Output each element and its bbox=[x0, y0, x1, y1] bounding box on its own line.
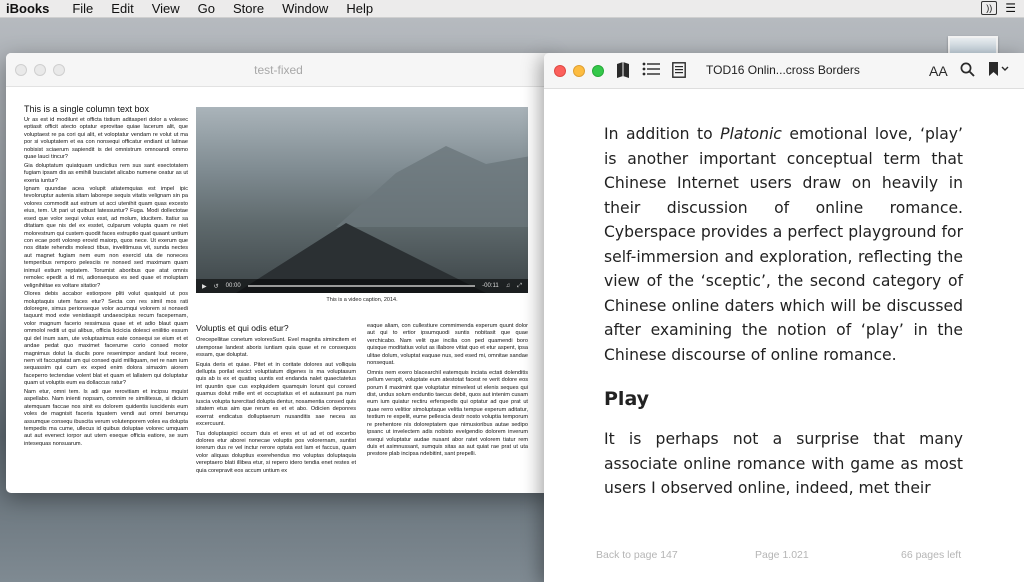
video-caption: This is a video caption, 2014. bbox=[326, 297, 398, 303]
book-text-area: In addition to Platonic emotional love, … bbox=[604, 122, 963, 501]
play-icon[interactable]: ▶ bbox=[202, 283, 207, 290]
font-size-button[interactable]: AA bbox=[929, 62, 948, 80]
video-time-remaining: -00:11 bbox=[482, 283, 499, 289]
video-frame-mountain bbox=[336, 146, 528, 227]
section-heading: Play bbox=[604, 388, 650, 410]
replay-icon[interactable]: ↺ bbox=[214, 283, 219, 290]
minimize-button[interactable] bbox=[34, 64, 46, 76]
menu-go[interactable]: Go bbox=[189, 1, 224, 16]
paragraph: Ignam quundae acea volupit atiatemquias … bbox=[24, 185, 188, 289]
paragraph: Ur as est id modilunt et officta tistium… bbox=[24, 117, 188, 161]
paragraph: Equia deris et quiae. Pitet et in corita… bbox=[196, 361, 356, 428]
fullscreen-icon[interactable]: ⤢ bbox=[517, 283, 522, 290]
minimize-button[interactable] bbox=[573, 65, 585, 77]
search-icon[interactable] bbox=[960, 62, 975, 82]
menu-bar: iBooks File Edit View Go Store Window He… bbox=[0, 0, 1024, 18]
table-of-contents-icon[interactable] bbox=[642, 62, 660, 81]
pages-left: 66 pages left bbox=[901, 549, 962, 561]
menu-app-name[interactable]: iBooks bbox=[0, 1, 63, 16]
text-run: In addition to bbox=[604, 125, 721, 143]
italic-text-run: Platonic bbox=[720, 125, 782, 143]
menu-view[interactable]: View bbox=[143, 1, 189, 16]
preview-window-title: test-fixed bbox=[254, 63, 303, 77]
ibooks-reader-window: TOD16 Onlin...cross Borders AA In additi… bbox=[544, 53, 1024, 582]
text-column-2: Voluptis et qui odis etur? Orecepellitae… bbox=[196, 323, 356, 479]
window-controls-inactive bbox=[15, 64, 65, 76]
preview-titlebar[interactable]: test-fixed bbox=[6, 53, 551, 87]
book-paragraph: It is perhaps not a surprise that many a… bbox=[604, 430, 963, 497]
zoom-button[interactable] bbox=[592, 65, 604, 77]
text-column-3: eaque aliam, con cullestiure commimenda … bbox=[367, 323, 528, 479]
paragraph: Gia doluptatum quiatquam undictius rem s… bbox=[24, 162, 188, 184]
section-heading: Voluptis et qui odis etur? bbox=[196, 323, 289, 333]
close-button[interactable] bbox=[15, 64, 27, 76]
video-time-current: 00:00 bbox=[225, 283, 241, 289]
menu-extras: )) ☰ bbox=[981, 1, 1016, 15]
book-paragraph: In addition to Platonic emotional love, … bbox=[604, 122, 963, 367]
fixed-layout-page: This is a single column text box Ur as e… bbox=[24, 101, 529, 479]
menu-edit[interactable]: Edit bbox=[102, 1, 142, 16]
back-to-page-link[interactable]: Back to page 147 bbox=[596, 549, 678, 561]
page-number: Page 1.021 bbox=[755, 549, 809, 561]
text-column-1: Ur as est id modilunt et officta tistium… bbox=[24, 117, 188, 477]
volume-icon[interactable]: ♫ bbox=[506, 283, 511, 289]
menu-store[interactable]: Store bbox=[224, 1, 273, 16]
text-box-heading: This is a single column text box bbox=[24, 104, 150, 114]
video-scrubber[interactable] bbox=[247, 285, 476, 287]
reader-toolbar[interactable]: TOD16 Onlin...cross Borders AA bbox=[544, 53, 1024, 89]
text-run: emotional love, ‘play’ is another import… bbox=[604, 125, 963, 364]
paragraph: Omnis nem exero blacearchil eatemquis in… bbox=[367, 369, 528, 458]
paragraph: Tus doluptaspici occum duis et eres et u… bbox=[196, 430, 356, 474]
close-button[interactable] bbox=[554, 65, 566, 77]
paragraph: Nam etur, omni tem. Is adi que rerovitia… bbox=[24, 388, 188, 447]
paragraph: eaque aliam, con cullestiure commimenda … bbox=[367, 323, 528, 367]
audio-status-icon[interactable]: )) bbox=[981, 1, 998, 15]
paragraph: Orecepellitae conetum voloresSunt. Evel … bbox=[196, 337, 356, 359]
bookmark-icon[interactable] bbox=[988, 62, 1010, 82]
window-controls bbox=[554, 65, 604, 77]
paragraph: Olores debis accabor estiorpore pliti vo… bbox=[24, 291, 188, 387]
menu-file[interactable]: File bbox=[63, 1, 102, 16]
notes-icon[interactable] bbox=[672, 62, 686, 83]
zoom-button[interactable] bbox=[53, 64, 65, 76]
video-controls: ▶ ↺ 00:00 -00:11 ♫ ⤢ bbox=[196, 279, 528, 293]
library-icon[interactable] bbox=[616, 62, 630, 84]
book-title: TOD16 Onlin...cross Borders bbox=[706, 63, 860, 77]
preview-window: test-fixed This is a single column text … bbox=[6, 53, 551, 493]
menu-window[interactable]: Window bbox=[273, 1, 337, 16]
menu-help[interactable]: Help bbox=[337, 1, 382, 16]
menu-extras-icon[interactable]: ☰ bbox=[1005, 1, 1016, 15]
video-player[interactable]: ▶ ↺ 00:00 -00:11 ♫ ⤢ bbox=[196, 107, 528, 293]
